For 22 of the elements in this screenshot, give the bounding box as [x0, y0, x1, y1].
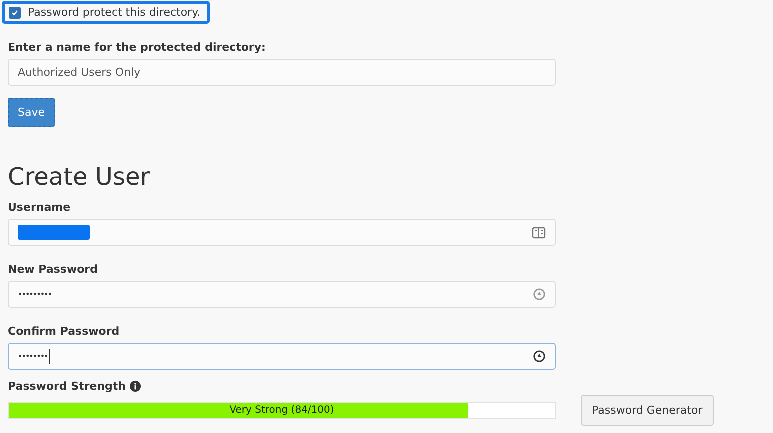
contact-card-icon[interactable] [532, 226, 546, 238]
input-field[interactable]: ••••••••• [8, 281, 556, 308]
password-manager-icon[interactable] [533, 350, 546, 363]
input-field[interactable]: •••••••• [8, 343, 556, 370]
save-button[interactable]: Save [8, 98, 56, 127]
password-generator-button[interactable]: Password Generator [581, 395, 714, 426]
checkbox[interactable] [9, 6, 21, 18]
password-dots: ••••••••• [18, 290, 52, 299]
input-field[interactable] [8, 219, 556, 246]
field-label: Username [8, 201, 71, 214]
redaction-bar [18, 225, 90, 240]
checkbox-label: Password protect this directory. [28, 6, 201, 19]
info-icon[interactable] [130, 381, 141, 392]
directory-name-field[interactable]: Authorized Users Only [8, 59, 556, 86]
field-label: Confirm Password [8, 325, 120, 338]
section-title: Create User [8, 163, 150, 191]
password-dots: •••••••• [18, 352, 48, 361]
strength-reading: Very Strong (84/100) [230, 405, 334, 416]
field-label: New Password [8, 263, 98, 276]
check-icon [11, 8, 19, 16]
field-label: Password Strength [8, 380, 126, 393]
field-label: Enter a name for the protected directory: [8, 41, 266, 54]
